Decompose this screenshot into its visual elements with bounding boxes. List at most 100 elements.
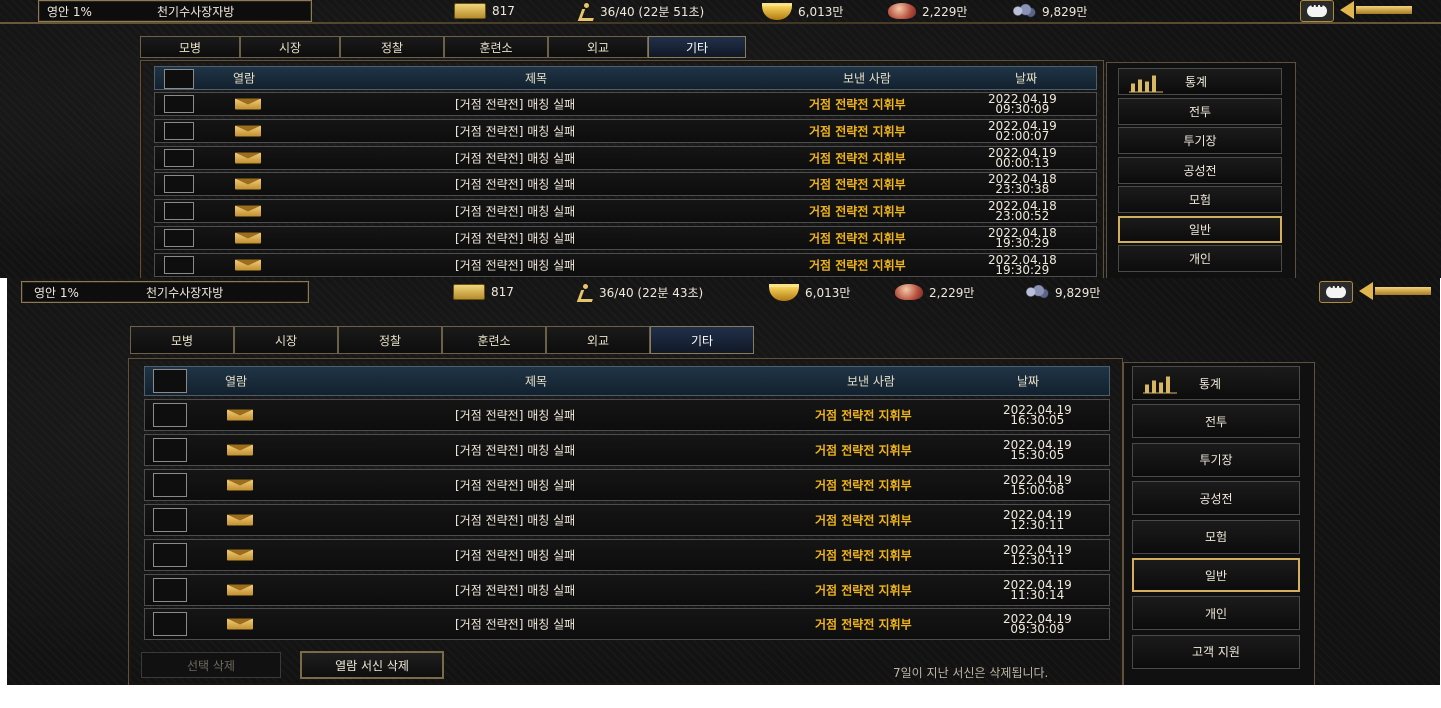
row-checkbox[interactable] xyxy=(164,202,194,221)
row-checkbox[interactable] xyxy=(153,437,187,462)
row-checkbox[interactable] xyxy=(153,542,187,567)
tab-1[interactable]: 시장 xyxy=(234,326,338,354)
side-menu-item-4[interactable]: 모험 xyxy=(1132,519,1300,554)
mail-date-time: 12:30:11 xyxy=(1010,517,1065,532)
ore-stat: 9,829만 xyxy=(1023,281,1100,303)
table-row[interactable]: [거점 전략전] 매칭 실패 거점 전략전 지휘부 2022.04.19 11:30:… xyxy=(144,573,1110,606)
chat-button[interactable] xyxy=(1300,0,1334,22)
row-checkbox[interactable] xyxy=(164,229,194,247)
side-menu-item-7[interactable]: 고객 지원 xyxy=(1132,634,1300,669)
mail-date-time: 11:30:14 xyxy=(1010,587,1065,602)
back-arrow-button[interactable] xyxy=(1359,282,1431,300)
row-checkbox[interactable] xyxy=(153,612,187,637)
table-row[interactable]: [거점 전략전] 매칭 실패 거점 전략전 지휘부 2022.04.19 15:00:… xyxy=(144,468,1110,501)
side-menu-item-4[interactable]: 모험 xyxy=(1118,186,1282,213)
side-menu-label: 모험 xyxy=(1188,193,1212,207)
table-row[interactable]: [거점 전략전] 매칭 실패 거점 전략전 지휘부 2022.04.18 23:30:… xyxy=(154,172,1097,197)
tab-0[interactable]: 모병 xyxy=(130,326,234,354)
tab-4[interactable]: 외교 xyxy=(548,36,648,58)
table-row[interactable]: [거점 전략전] 매칭 실패 거점 전략전 지휘부 2022.04.19 09:30:… xyxy=(144,608,1110,641)
row-checkbox[interactable] xyxy=(153,472,187,497)
row-checkbox[interactable] xyxy=(164,255,194,274)
table-row[interactable]: [거점 전략전] 매칭 실패 거점 전략전 지휘부 2022.04.19 12:30:… xyxy=(144,538,1110,571)
back-arrow-button[interactable] xyxy=(1340,1,1412,19)
side-menu-item-3[interactable]: 공성전 xyxy=(1118,156,1282,184)
mail-sender: 거점 전략전 지휘부 xyxy=(809,231,906,246)
mail-subject[interactable]: [거점 전략전] 매칭 실패 xyxy=(455,122,575,139)
side-menu-item-6[interactable]: 개인 xyxy=(1132,596,1300,631)
tab-3[interactable]: 훈련소 xyxy=(442,326,546,354)
mail-date-time: 00:00:13 xyxy=(995,155,1050,170)
mail-date-time: 23:00:52 xyxy=(995,209,1050,224)
envelope-icon xyxy=(235,98,261,110)
mail-subject[interactable]: [거점 전략전] 매칭 실패 xyxy=(455,511,575,528)
mail-subject[interactable]: [거점 전략전] 매칭 실패 xyxy=(455,581,575,598)
table-row[interactable]: [거점 전략전] 매칭 실패 거점 전략전 지휘부 2022.04.19 09:30:… xyxy=(154,92,1097,116)
select-all-checkbox[interactable] xyxy=(153,369,187,393)
table-row[interactable]: [거점 전략전] 매칭 실패 거점 전략전 지휘부 2022.04.19 02:00:… xyxy=(154,118,1097,143)
table-row[interactable]: [거점 전략전] 매칭 실패 거점 전략전 지휘부 2022.04.18 19:30:… xyxy=(154,226,1097,250)
table-row[interactable]: [거점 전략전] 매칭 실패 거점 전략전 지휘부 2022.04.19 16:30:… xyxy=(144,399,1110,431)
row-checkbox[interactable] xyxy=(153,403,187,427)
envelope-icon xyxy=(227,409,253,421)
player-info[interactable]: 영안 1% 천기수사장자방 xyxy=(21,281,309,303)
mail-subject[interactable]: [거점 전략전] 매칭 실패 xyxy=(455,546,575,563)
side-menu-item-1[interactable]: 전투 xyxy=(1132,404,1300,439)
chat-icon xyxy=(1326,283,1346,298)
tab-2[interactable]: 정찰 xyxy=(340,36,444,58)
mail-subject[interactable]: [거점 전략전] 매칭 실패 xyxy=(455,230,575,247)
tab-3[interactable]: 훈련소 xyxy=(444,36,548,58)
envelope-icon xyxy=(235,152,261,164)
select-all-checkbox[interactable] xyxy=(164,69,194,89)
mail-subject[interactable]: [거점 전략전] 매칭 실패 xyxy=(455,476,575,493)
player-info[interactable]: 영안 1% 천기수사장자방 xyxy=(38,0,312,22)
table-row[interactable]: [거점 전략전] 매칭 실패 거점 전략전 지휘부 2022.04.18 23:00:… xyxy=(154,199,1097,224)
side-menu-item-5[interactable]: 일반 xyxy=(1132,558,1300,592)
tab-4[interactable]: 외교 xyxy=(546,326,650,354)
side-menu-item-5[interactable]: 일반 xyxy=(1118,215,1282,243)
mail-subject[interactable]: [거점 전략전] 매칭 실패 xyxy=(455,149,575,166)
table-row[interactable]: [거점 전략전] 매칭 실패 거점 전략전 지휘부 2022.04.19 15:30:… xyxy=(144,433,1110,466)
row-checkbox[interactable] xyxy=(153,507,187,532)
mail-date: 2022.04.18 23:30:38 xyxy=(988,173,1057,195)
delete-selected-button[interactable]: 선택 삭제 xyxy=(141,652,281,678)
row-checkbox[interactable] xyxy=(153,577,187,602)
mail-subject[interactable]: [거점 전략전] 매칭 실패 xyxy=(455,203,575,220)
chat-button[interactable] xyxy=(1319,281,1353,303)
side-menu-item-6[interactable]: 개인 xyxy=(1118,245,1282,272)
tab-5[interactable]: 기타 xyxy=(650,326,754,354)
side-menu-item-0[interactable]: 통계 xyxy=(1132,366,1300,400)
side-menu-item-3[interactable]: 공성전 xyxy=(1132,481,1300,516)
table-row[interactable]: [거점 전략전] 매칭 실패 거점 전략전 지휘부 2022.04.18 19:30:… xyxy=(154,252,1097,277)
header-sender: 보낸 사람 xyxy=(847,374,895,389)
row-checkbox[interactable] xyxy=(164,148,194,167)
stamina-value: 36/40 (22분 43초) xyxy=(599,285,704,300)
mail-subject[interactable]: [거점 전략전] 매칭 실패 xyxy=(455,441,575,458)
mail-subject[interactable]: [거점 전략전] 매칭 실패 xyxy=(455,616,575,633)
mail-subject[interactable]: [거점 전략전] 매칭 실패 xyxy=(455,176,575,193)
side-menu-item-1[interactable]: 전투 xyxy=(1118,97,1282,125)
side-menu-item-0[interactable]: 통계 xyxy=(1118,68,1282,95)
row-checkbox[interactable] xyxy=(164,175,194,194)
tab-1[interactable]: 시장 xyxy=(240,36,340,58)
row-checkbox[interactable] xyxy=(164,95,194,113)
table-row[interactable]: [거점 전략전] 매칭 실패 거점 전략전 지휘부 2022.04.19 12:30:… xyxy=(144,503,1110,536)
side-menu-label: 개인 xyxy=(1188,252,1212,266)
tab-2[interactable]: 정찰 xyxy=(338,326,442,354)
mail-subject[interactable]: [거점 전략전] 매칭 실패 xyxy=(455,256,575,273)
gold-stat: 6,013만 xyxy=(762,0,843,22)
side-menu-label: 고객 지원 xyxy=(1192,645,1240,660)
mail-subject[interactable]: [거점 전략전] 매칭 실패 xyxy=(455,407,575,424)
tab-0[interactable]: 모병 xyxy=(140,36,240,58)
tab-5[interactable]: 기타 xyxy=(648,36,746,58)
table-row[interactable]: [거점 전략전] 매칭 실패 거점 전략전 지휘부 2022.04.19 00:00:… xyxy=(154,145,1097,170)
stamina-stat: 36/40 (22분 51초) xyxy=(578,0,704,22)
delete-read-button[interactable]: 열람 서신 삭제 xyxy=(300,651,444,679)
side-menu-item-2[interactable]: 투기장 xyxy=(1132,442,1300,477)
category-tabs: 모병 시장 정찰 훈련소 외교 기타 xyxy=(140,36,746,58)
stamina-runner-icon xyxy=(577,284,593,300)
food-stat: 2,229만 xyxy=(888,0,967,22)
row-checkbox[interactable] xyxy=(164,121,194,140)
side-menu-item-2[interactable]: 투기장 xyxy=(1118,127,1282,154)
mail-subject[interactable]: [거점 전략전] 매칭 실패 xyxy=(455,96,575,113)
